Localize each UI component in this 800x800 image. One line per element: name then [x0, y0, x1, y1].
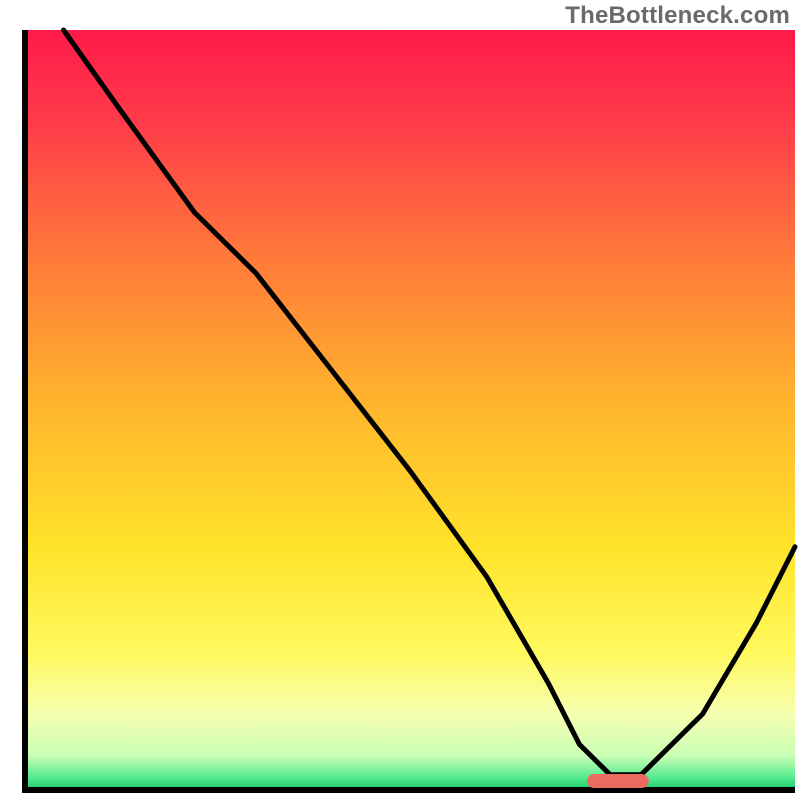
plot-background	[25, 30, 795, 790]
chart-container: TheBottleneck.com	[0, 0, 800, 800]
bottleneck-plot	[0, 0, 800, 800]
optimal-marker	[587, 774, 649, 788]
